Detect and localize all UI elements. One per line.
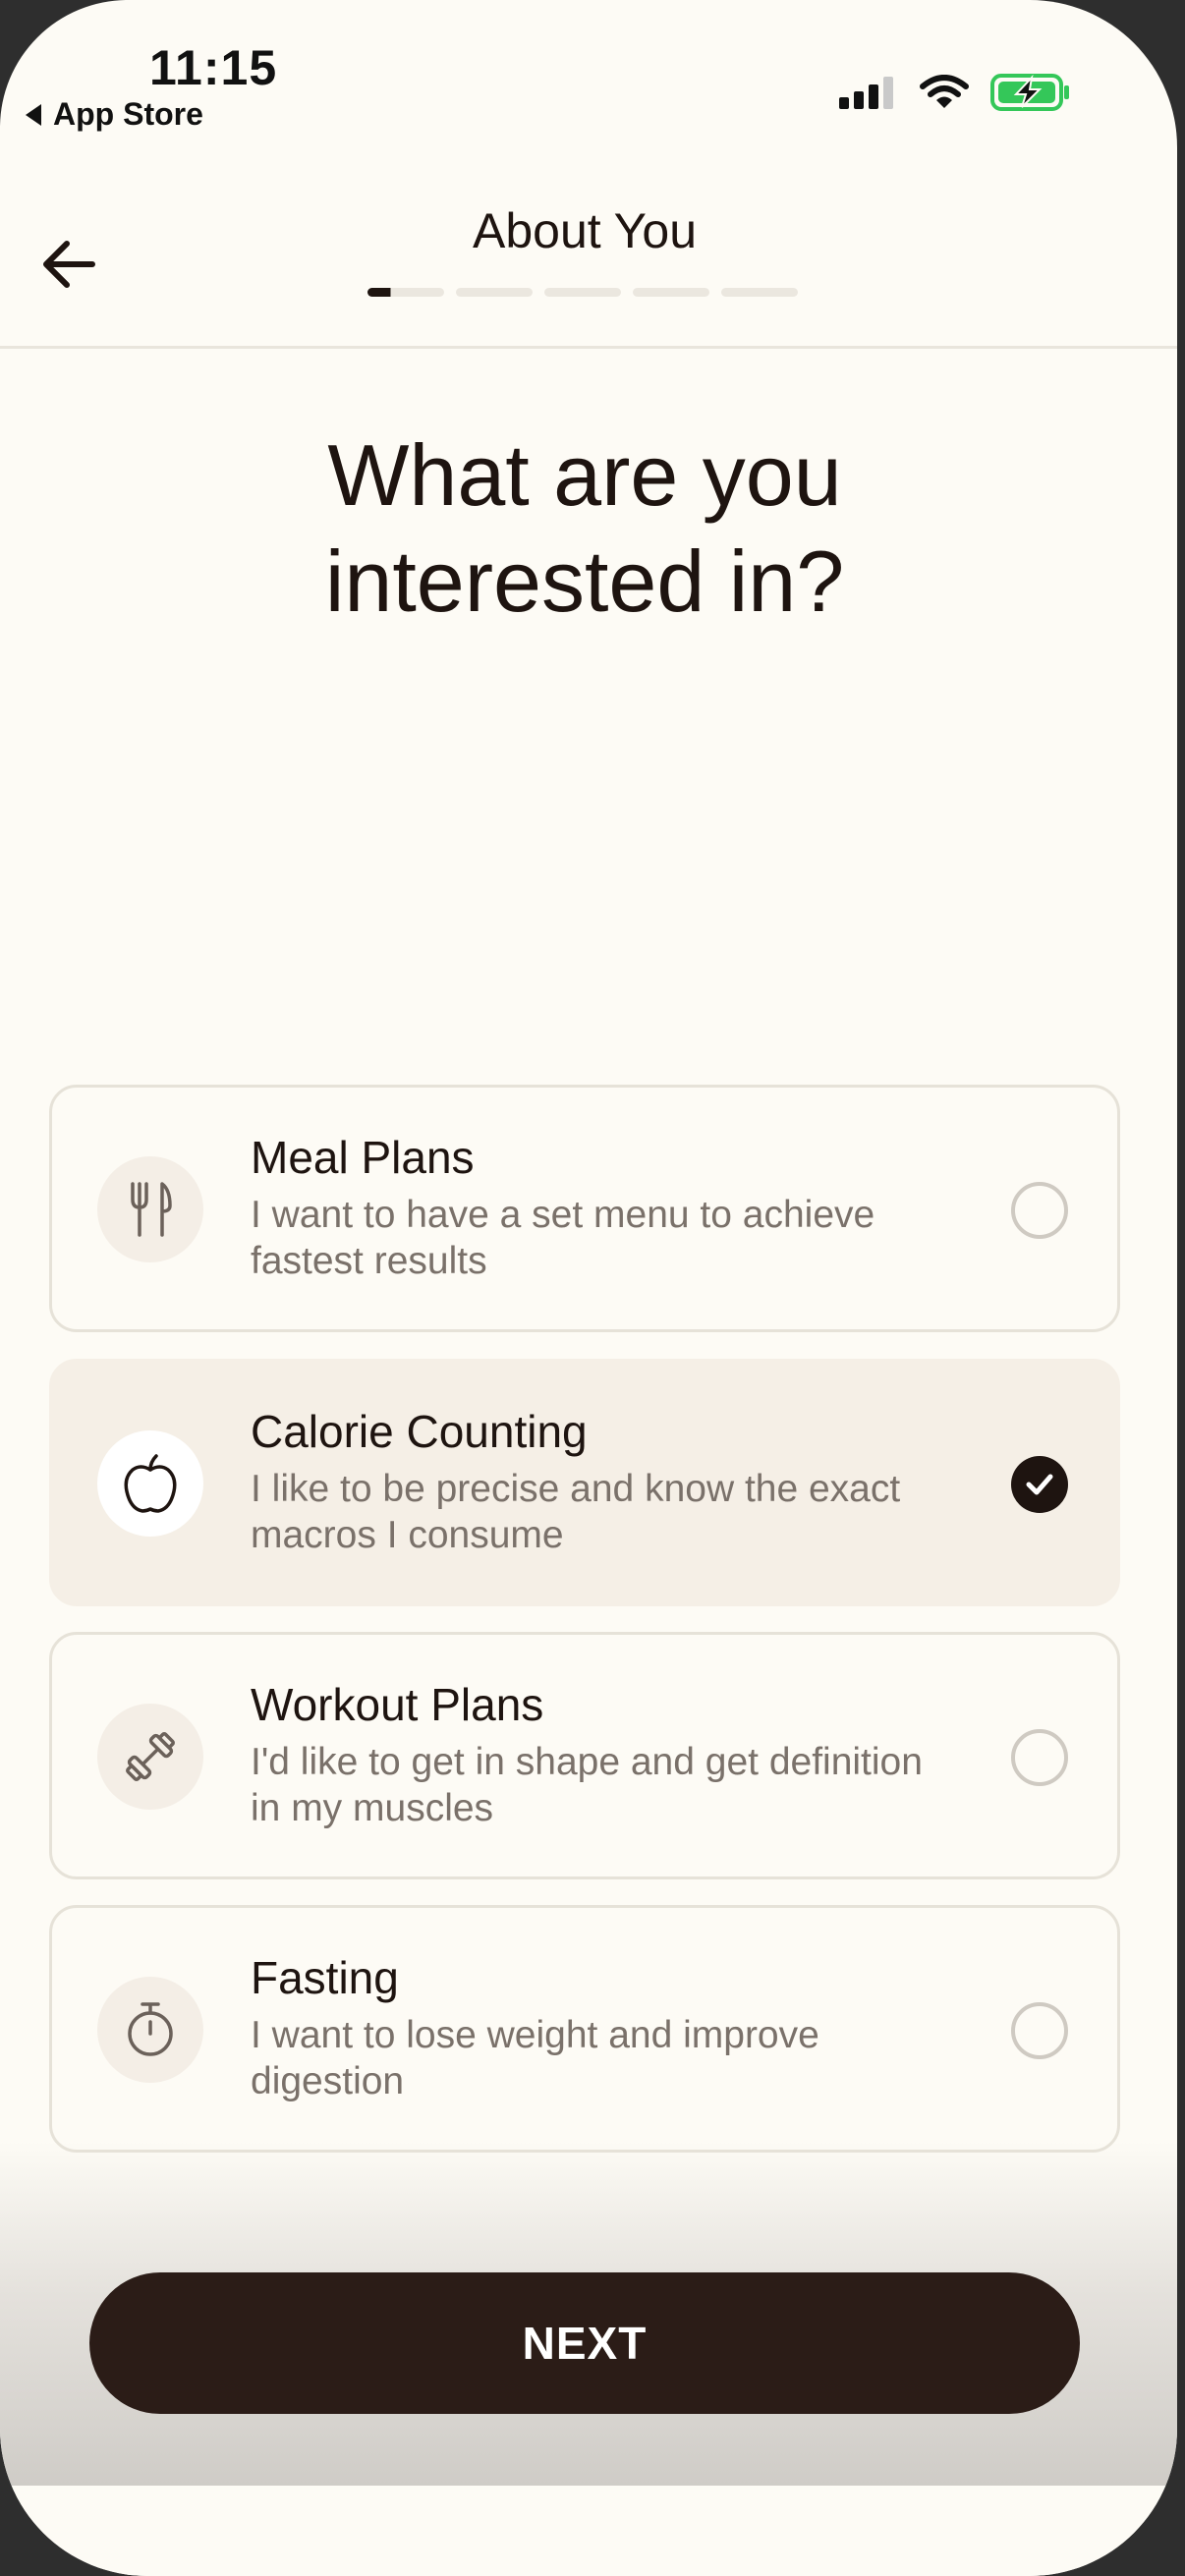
option-radio-unchecked[interactable] (1011, 1182, 1068, 1239)
dumbbell-icon (126, 1732, 175, 1781)
progress-segment-5 (721, 288, 798, 297)
battery-charging-icon (990, 74, 1069, 111)
progress-segment-1 (367, 288, 444, 297)
status-time: 11:15 (149, 40, 278, 95)
option-icon-circle (97, 1430, 203, 1537)
back-to-app-store[interactable]: App Store (26, 96, 203, 133)
wifi-icon (920, 75, 969, 108)
option-title: Meal Plans (251, 1132, 475, 1183)
option-fasting[interactable]: Fasting I want to lose weight and improv… (49, 1905, 1120, 2153)
progress-segment-3 (544, 288, 621, 297)
device-frame: 11:15 App Store About You What are you i… (0, 0, 1185, 2576)
app-screen: 11:15 App Store About You What are you i… (0, 0, 1177, 2576)
option-description: I like to be precise and know the exact … (251, 1468, 901, 1556)
home-indicator-area (0, 2486, 1177, 2576)
back-triangle-icon (26, 103, 41, 126)
option-meal-plans[interactable]: Meal Plans I want to have a set menu to … (49, 1085, 1120, 1332)
option-icon-circle (97, 1704, 203, 1810)
option-radio-unchecked[interactable] (1011, 1729, 1068, 1786)
option-icon-circle (97, 1977, 203, 2083)
progress-segment-4 (633, 288, 709, 297)
apple-icon (124, 1454, 177, 1513)
fork-knife-icon (131, 1182, 172, 1237)
back-to-app-store-label: App Store (53, 96, 203, 132)
step-progress-indicator (367, 288, 798, 297)
option-description: I want to have a set menu to achieve fas… (251, 1194, 875, 1282)
cellular-signal-icon (839, 77, 893, 109)
option-description: I want to lose weight and improve digest… (251, 2014, 819, 2102)
option-radio-unchecked[interactable] (1011, 2002, 1068, 2059)
option-title: Fasting (251, 1952, 399, 2003)
option-calorie-counting[interactable]: Calorie Counting I like to be precise an… (49, 1359, 1120, 1606)
stopwatch-icon (128, 2002, 173, 2056)
page-title: About You (472, 203, 698, 258)
option-workout-plans[interactable]: Workout Plans I'd like to get in shape a… (49, 1632, 1120, 1879)
next-button[interactable]: NEXT (89, 2272, 1080, 2414)
checkmark-icon (1026, 1474, 1053, 1495)
progress-segment-2 (456, 288, 533, 297)
question-heading: What are you interested in? (324, 426, 845, 630)
option-radio-checked[interactable] (1011, 1456, 1068, 1513)
option-title: Calorie Counting (251, 1406, 588, 1457)
status-icons (839, 73, 1071, 112)
option-icon-circle (97, 1156, 203, 1262)
header-divider (0, 346, 1177, 349)
option-description: I'd like to get in shape and get definit… (251, 1741, 923, 1829)
option-title: Workout Plans (251, 1679, 544, 1730)
